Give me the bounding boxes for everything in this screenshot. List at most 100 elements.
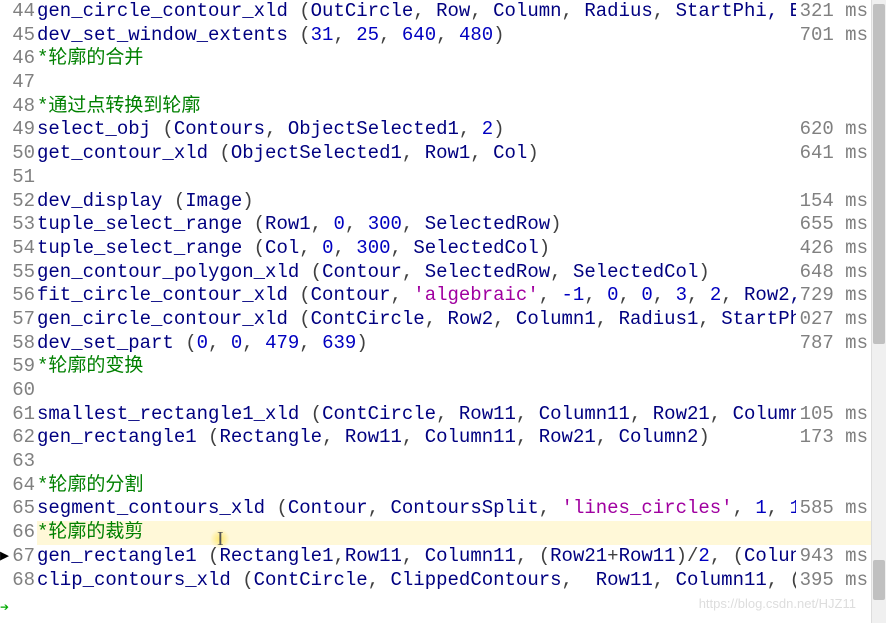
code-line[interactable]: gen_rectangle1 (Rectangle1,Row11, Column… <box>37 545 886 569</box>
token-id: Row2, <box>744 284 801 306</box>
code-line[interactable] <box>37 71 886 95</box>
token-id: Colun <box>744 545 801 567</box>
code-area[interactable]: gen_circle_contour_xld (OutCircle, Row, … <box>37 0 886 623</box>
breakpoint-cursor-icon: ▶ <box>0 546 9 565</box>
token-num: 0 <box>197 332 208 354</box>
line-number: 49 <box>0 118 35 142</box>
token-id: Contour <box>322 261 402 283</box>
token-id: ObjectSelected1 <box>231 142 402 164</box>
code-line[interactable]: gen_circle_contour_xld (OutCircle, Row, … <box>37 0 886 24</box>
code-line[interactable]: tuple_select_range (Row1, 0, 300, Select… <box>37 213 886 237</box>
token-id: Rectangle <box>219 426 322 448</box>
token-id: Row21 <box>539 426 596 448</box>
token-id: Row11 <box>619 545 676 567</box>
code-line[interactable] <box>37 450 886 474</box>
code-line[interactable]: gen_circle_contour_xld (ContCircle, Row2… <box>37 308 886 332</box>
token-paren: , <box>333 545 344 567</box>
code-line[interactable] <box>37 166 886 190</box>
token-paren: , <box>698 308 721 330</box>
token-paren: , ( <box>516 545 550 567</box>
token-id: ObjectSelected1 <box>288 118 459 140</box>
token-paren: , <box>493 308 516 330</box>
token-paren: , <box>653 0 676 22</box>
code-line[interactable]: *轮廓的分割 <box>37 474 886 498</box>
code-line[interactable] <box>37 379 886 403</box>
code-line[interactable]: dev_set_part (0, 0, 479, 639)787 ms <box>37 332 886 356</box>
code-line[interactable]: *轮廓的合并 <box>37 47 886 71</box>
token-paren: , <box>550 261 573 283</box>
token-paren: ( <box>242 237 265 259</box>
code-line[interactable]: dev_display (Image)154 ms <box>37 190 886 214</box>
token-id: Row11 <box>345 545 402 567</box>
timing-label: 701 ms <box>796 24 868 48</box>
token-paren: ( <box>174 332 197 354</box>
line-number: 51 <box>0 166 35 190</box>
token-id: Column11 <box>676 569 767 591</box>
code-line[interactable]: *轮廓的变换 <box>37 355 886 379</box>
token-id: Column <box>733 403 801 425</box>
code-line[interactable]: clip_contours_xld (ContCircle, ClippedCo… <box>37 569 886 593</box>
timing-label: 620 ms <box>796 118 868 142</box>
code-line[interactable]: *轮廓的裁剪 <box>37 521 886 545</box>
code-line[interactable]: smallest_rectangle1_xld (ContCircle, Row… <box>37 403 886 427</box>
line-number: 47 <box>0 71 35 95</box>
token-num: 300 <box>356 237 390 259</box>
code-line[interactable]: select_obj (Contours, ObjectSelected1, 2… <box>37 118 886 142</box>
code-line[interactable]: tuple_select_range (Col, 0, 300, Selecte… <box>37 237 886 261</box>
timing-label: 426 ms <box>796 237 868 261</box>
token-paren: , <box>539 497 562 519</box>
token-num: 300 <box>368 213 402 235</box>
line-number: 61 <box>0 403 35 427</box>
token-paren: ) <box>493 118 504 140</box>
token-id: Column11 <box>425 426 516 448</box>
token-paren: , <box>299 237 322 259</box>
token-paren: ) <box>539 237 550 259</box>
scroll-thumb[interactable] <box>873 560 885 600</box>
token-paren: ( <box>197 426 220 448</box>
line-number: 64 <box>0 474 35 498</box>
token-kw-op: gen_contour_polygon_xld <box>37 261 299 283</box>
line-number-gutter: 4445464748495051525354555657585960616263… <box>0 0 37 623</box>
token-num: 479 <box>265 332 299 354</box>
token-paren: , <box>459 118 482 140</box>
token-num: 480 <box>459 24 493 46</box>
token-paren: , <box>436 403 459 425</box>
token-id: Contours <box>174 118 265 140</box>
code-line[interactable]: gen_rectangle1 (Rectangle, Row11, Column… <box>37 426 886 450</box>
line-number: 65 <box>0 497 35 521</box>
token-paren: , <box>596 308 619 330</box>
token-paren: , <box>653 284 676 306</box>
token-paren: , <box>767 497 790 519</box>
line-number: 58 <box>0 332 35 356</box>
code-line[interactable]: segment_contours_xld (Contour, ContoursS… <box>37 497 886 521</box>
token-paren: ( <box>288 0 311 22</box>
code-line[interactable]: dev_set_window_extents (31, 25, 640, 480… <box>37 24 886 48</box>
token-num: 0 <box>607 284 618 306</box>
token-paren: , <box>402 545 425 567</box>
code-line[interactable]: *通过点转换到轮廓 <box>37 95 886 119</box>
token-num: 31 <box>311 24 334 46</box>
code-line[interactable]: gen_contour_polygon_xld (Contour, Select… <box>37 261 886 285</box>
token-id: Col <box>493 142 527 164</box>
token-kw-op: fit_circle_contour_xld <box>37 284 288 306</box>
timing-label: 395 ms <box>796 569 868 593</box>
token-paren: , <box>721 284 744 306</box>
line-number: 56 <box>0 284 35 308</box>
line-number: 55 <box>0 261 35 285</box>
token-paren: ) <box>698 426 709 448</box>
token-cmt: *轮廓的合并 <box>37 47 143 69</box>
token-id: ContCircle <box>311 308 425 330</box>
line-number: 45 <box>0 24 35 48</box>
code-editor[interactable]: 4445464748495051525354555657585960616263… <box>0 0 886 623</box>
token-paren: , <box>562 569 596 591</box>
code-line[interactable]: get_contour_xld (ObjectSelected1, Row1, … <box>37 142 886 166</box>
token-id: Row1 <box>425 142 471 164</box>
token-id: Radius <box>584 0 652 22</box>
token-paren: ( <box>162 190 185 212</box>
token-cmt: *轮廓的分割 <box>37 474 143 496</box>
scroll-thumb[interactable] <box>873 4 885 344</box>
code-line[interactable]: fit_circle_contour_xld (Contour, 'algebr… <box>37 284 886 308</box>
vertical-scrollbar[interactable] <box>871 0 886 623</box>
token-num: 0 <box>333 213 344 235</box>
token-num: -1 <box>562 284 585 306</box>
